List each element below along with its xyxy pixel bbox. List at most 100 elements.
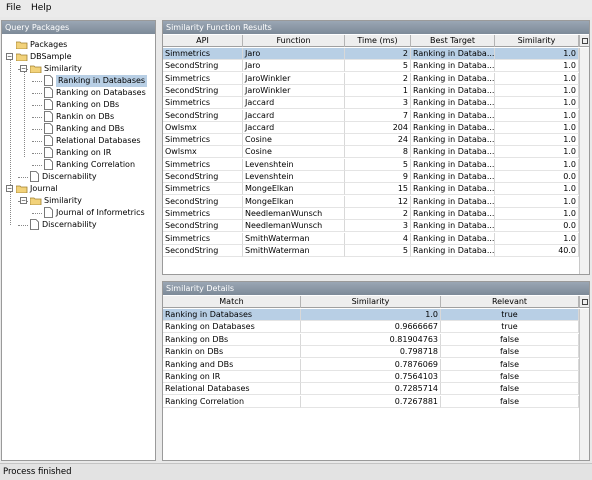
menu-help[interactable]: Help [31, 3, 52, 13]
results-column-header[interactable]: Function [243, 35, 345, 47]
details-cell: 0.798718 [301, 346, 441, 359]
results-table-row[interactable]: Owlsmx Cosine 8 Ranking in Databa... 1.0 [163, 146, 579, 159]
details-table-row[interactable]: Relational Databases 0.7285714 false [163, 383, 579, 396]
details-column-header[interactable]: Relevant [441, 296, 579, 308]
column-control-button[interactable] [579, 296, 589, 308]
tree-node-similarity[interactable]: Similarity [44, 63, 82, 75]
results-table-row[interactable]: SecondString Jaro 5 Ranking in Databa... 1.0 [163, 60, 579, 73]
results-table-row[interactable]: SecondString MongeElkan 12 Ranking in Datab… [163, 195, 579, 208]
details-cell: Ranking on DBs [163, 333, 301, 346]
tree-node-discernability[interactable]: Discernability [42, 219, 97, 231]
results-cell: Ranking in Databa... [411, 84, 495, 97]
details-cell: 0.7285714 [301, 383, 441, 396]
tree-guide-line [32, 93, 42, 94]
results-cell: SecondString [163, 244, 243, 257]
results-column-header[interactable]: API [163, 35, 243, 47]
results-cell: 0.0 [495, 220, 579, 233]
details-table-row[interactable]: Ranking in Databases 1.0 true [163, 309, 579, 321]
menu-bar: File Help [0, 0, 592, 17]
results-cell: Simmetrics [163, 158, 243, 171]
tree-leaf-query[interactable]: Ranking and DBs [56, 123, 124, 135]
results-table-row[interactable]: Simmetrics SmithWaterman 4 Ranking in Datab… [163, 232, 579, 245]
details-column-header[interactable]: Match [163, 296, 301, 308]
tree-leaf-query[interactable]: Ranking in Databases [56, 75, 148, 87]
tree-node-journal[interactable]: Journal [30, 183, 58, 195]
tree-leaf-query[interactable]: Rankin on DBs [56, 111, 114, 123]
results-table-row[interactable]: Simmetrics Levenshtein 5 Ranking in Databa.… [163, 158, 579, 171]
menu-file[interactable]: File [6, 3, 21, 13]
results-cell: 1.0 [495, 84, 579, 97]
results-column-header[interactable]: Time (ms) [345, 35, 411, 47]
results-table-row[interactable]: SecondString JaroWinkler 1 Ranking in Datab… [163, 84, 579, 97]
tree-leaf-query[interactable]: Ranking on DBs [56, 99, 119, 111]
details-table-row[interactable]: Ranking Correlation 0.7267881 false [163, 395, 579, 408]
details-scrollbar[interactable] [579, 309, 589, 460]
results-scrollbar[interactable] [579, 48, 589, 274]
collapse-toggle-icon[interactable]: − [20, 65, 27, 72]
results-cell: 1.0 [495, 121, 579, 134]
results-table-row[interactable]: Simmetrics Jaro 2 Ranking in Databa... 1.0 [163, 48, 579, 60]
results-cell: Ranking in Databa... [411, 183, 495, 196]
tree-leaf-query[interactable]: Ranking on Databases [56, 87, 146, 99]
results-table-row[interactable]: SecondString NeedlemanWunsch 3 Ranking in D… [163, 220, 579, 233]
tree-node-dbsample[interactable]: DBSample [30, 51, 72, 63]
results-cell: JaroWinkler [243, 84, 345, 97]
tree-leaf-query[interactable]: Journal of Informetrics [56, 207, 145, 219]
results-table-row[interactable]: Simmetrics MongeElkan 15 Ranking in Databa.… [163, 183, 579, 196]
details-table-row[interactable]: Ranking and DBs 0.7876069 false [163, 358, 579, 371]
document-icon [44, 159, 53, 170]
tree-guide-line [18, 225, 28, 226]
tree-root-packages[interactable]: Packages [30, 39, 67, 51]
details-table-row[interactable]: Rankin on DBs 0.798718 false [163, 346, 579, 359]
results-cell: 1.0 [495, 232, 579, 245]
details-cell: Ranking in Databases [163, 309, 301, 321]
tree-node-similarity[interactable]: Similarity [44, 195, 82, 207]
results-cell: Owlsmx [163, 121, 243, 134]
results-table-row[interactable]: SecondString Jaccard 7 Ranking in Databa...… [163, 109, 579, 122]
tree-leaf-query[interactable]: Relational Databases [56, 135, 141, 147]
document-icon [30, 171, 39, 182]
details-cell: Ranking Correlation [163, 395, 301, 408]
tree-guide-line [32, 141, 42, 142]
results-cell: 4 [345, 232, 411, 245]
results-table-row[interactable]: Simmetrics Cosine 24 Ranking in Databa... 1.… [163, 134, 579, 147]
results-cell: Cosine [243, 146, 345, 159]
results-cell: SecondString [163, 60, 243, 73]
results-cell: Simmetrics [163, 134, 243, 147]
collapse-toggle-icon[interactable]: − [6, 185, 13, 192]
results-cell: 1.0 [495, 158, 579, 171]
results-table-row[interactable]: Simmetrics JaroWinkler 2 Ranking in Databa.… [163, 72, 579, 85]
tree-node-discernability[interactable]: Discernability [42, 171, 97, 183]
details-column-header[interactable]: Similarity [301, 296, 441, 308]
results-table-row[interactable]: SecondString Levenshtein 9 Ranking in Datab… [163, 171, 579, 183]
results-column-header[interactable]: Best Target [411, 35, 495, 47]
results-table-row[interactable]: SecondString SmithWaterman 5 Ranking in Dat… [163, 244, 579, 257]
details-panel: Similarity Details Match Similarity Releva… [162, 281, 590, 461]
results-cell: 5 [345, 158, 411, 171]
results-cell: Simmetrics [163, 207, 243, 220]
tree-leaf-query[interactable]: Ranking on IR [56, 147, 111, 159]
details-table-row[interactable]: Ranking on Databases 0.9666667 true [163, 321, 579, 334]
results-cell: 1.0 [495, 207, 579, 220]
results-cell: 15 [345, 183, 411, 196]
collapse-toggle-icon[interactable]: − [20, 197, 27, 204]
tree-leaf-query[interactable]: Ranking Correlation [56, 159, 135, 171]
details-table-row[interactable]: Ranking on IR 0.7564103 false [163, 371, 579, 383]
collapse-toggle-icon[interactable]: − [6, 53, 13, 60]
details-cell: false [441, 371, 579, 383]
results-table-row[interactable]: Simmetrics NeedlemanWunsch 2 Ranking in Dat… [163, 207, 579, 220]
results-cell: Ranking in Databa... [411, 195, 495, 208]
details-cell: false [441, 358, 579, 371]
results-table-header: API Function Time (ms) Best Target Similarit… [163, 35, 579, 47]
tree-guide-line [32, 81, 42, 82]
details-cell: 1.0 [301, 309, 441, 321]
results-column-header[interactable]: Similarity [495, 35, 579, 47]
document-icon [44, 123, 53, 134]
results-cell: Cosine [243, 134, 345, 147]
results-table-row[interactable]: Simmetrics Jaccard 3 Ranking in Databa... 1.… [163, 97, 579, 110]
details-table-row[interactable]: Ranking on DBs 0.81904763 false [163, 333, 579, 346]
results-table-row[interactable]: Owlsmx Jaccard 204 Ranking in Databa... 1.0 [163, 121, 579, 134]
results-cell: 7 [345, 109, 411, 122]
column-control-button[interactable] [579, 35, 589, 47]
details-cell: false [441, 333, 579, 346]
